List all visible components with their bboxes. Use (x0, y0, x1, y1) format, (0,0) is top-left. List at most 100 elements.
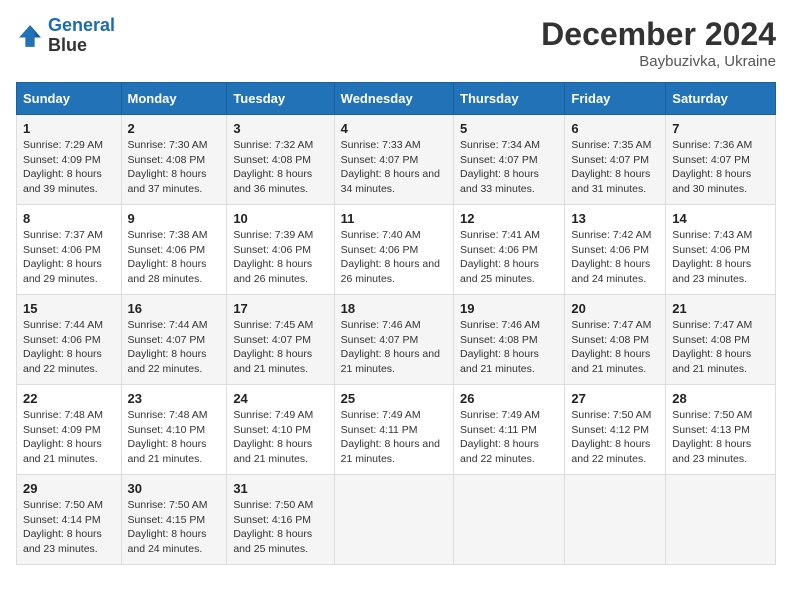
day-number: 17 (233, 301, 327, 316)
cell-w5-d6 (565, 475, 666, 565)
sunrise-time: 7:48 AM (64, 409, 103, 421)
month-title: December 2024 (541, 16, 776, 53)
day-number: 24 (233, 391, 327, 406)
sunset-time: 4:10 PM (272, 424, 311, 436)
sunrise-time: 7:46 AM (382, 319, 421, 331)
day-info: Sunrise: 7:32 AM Sunset: 4:08 PM Dayligh… (233, 138, 327, 197)
sunrise-time: 7:30 AM (169, 139, 208, 151)
day-number: 22 (23, 391, 115, 406)
sunrise-label: Sunrise: (460, 409, 499, 421)
daylight-label: Daylight: (672, 258, 713, 270)
day-info: Sunrise: 7:46 AM Sunset: 4:07 PM Dayligh… (341, 318, 447, 377)
sunrise-label: Sunrise: (233, 229, 272, 241)
day-info: Sunrise: 7:40 AM Sunset: 4:06 PM Dayligh… (341, 228, 447, 287)
sunset-time: 4:10 PM (166, 424, 205, 436)
sunset-label: Sunset: (571, 334, 607, 346)
sunrise-label: Sunrise: (23, 139, 62, 151)
sunset-time: 4:06 PM (62, 334, 101, 346)
daylight-label: Daylight: (672, 168, 713, 180)
sunset-label: Sunset: (672, 334, 708, 346)
sunrise-label: Sunrise: (571, 319, 610, 331)
logo-line1: General (48, 15, 115, 35)
sunrise-time: 7:29 AM (64, 139, 103, 151)
sunset-label: Sunset: (460, 424, 496, 436)
sunset-label: Sunset: (128, 244, 164, 256)
day-number: 12 (460, 211, 558, 226)
cell-w5-d1: 29 Sunrise: 7:50 AM Sunset: 4:14 PM Dayl… (17, 475, 122, 565)
cell-w2-d2: 9 Sunrise: 7:38 AM Sunset: 4:06 PM Dayli… (121, 205, 227, 295)
sunrise-time: 7:49 AM (501, 409, 540, 421)
sunrise-label: Sunrise: (672, 319, 711, 331)
day-info: Sunrise: 7:44 AM Sunset: 4:07 PM Dayligh… (128, 318, 221, 377)
daylight-label: Daylight: (23, 348, 64, 360)
col-thursday: Thursday (454, 83, 565, 115)
sunset-label: Sunset: (460, 154, 496, 166)
day-number: 4 (341, 121, 447, 136)
sunrise-label: Sunrise: (672, 409, 711, 421)
logo-text: General Blue (48, 16, 115, 56)
sunset-label: Sunset: (672, 244, 708, 256)
day-info: Sunrise: 7:29 AM Sunset: 4:09 PM Dayligh… (23, 138, 115, 197)
cell-w4-d3: 24 Sunrise: 7:49 AM Sunset: 4:10 PM Dayl… (227, 385, 334, 475)
sunset-time: 4:07 PM (379, 334, 418, 346)
sunset-label: Sunset: (571, 424, 607, 436)
day-info: Sunrise: 7:50 AM Sunset: 4:13 PM Dayligh… (672, 408, 769, 467)
daylight-label: Daylight: (233, 438, 274, 450)
week-row-2: 8 Sunrise: 7:37 AM Sunset: 4:06 PM Dayli… (17, 205, 776, 295)
sunrise-time: 7:50 AM (64, 499, 103, 511)
daylight-label: Daylight: (341, 168, 382, 180)
day-info: Sunrise: 7:50 AM Sunset: 4:15 PM Dayligh… (128, 498, 221, 557)
sunset-time: 4:07 PM (499, 154, 538, 166)
sunrise-time: 7:33 AM (382, 139, 421, 151)
cell-w3-d1: 15 Sunrise: 7:44 AM Sunset: 4:06 PM Dayl… (17, 295, 122, 385)
cell-w1-d1: 1 Sunrise: 7:29 AM Sunset: 4:09 PM Dayli… (17, 115, 122, 205)
sunset-time: 4:11 PM (499, 424, 537, 436)
daylight-label: Daylight: (233, 168, 274, 180)
sunset-label: Sunset: (128, 424, 164, 436)
daylight-label: Daylight: (23, 528, 64, 540)
day-number: 9 (128, 211, 221, 226)
daylight-label: Daylight: (341, 258, 382, 270)
col-friday: Friday (565, 83, 666, 115)
sunrise-time: 7:49 AM (275, 409, 314, 421)
day-info: Sunrise: 7:49 AM Sunset: 4:10 PM Dayligh… (233, 408, 327, 467)
cell-w5-d3: 31 Sunrise: 7:50 AM Sunset: 4:16 PM Dayl… (227, 475, 334, 565)
sunset-label: Sunset: (341, 244, 377, 256)
day-number: 28 (672, 391, 769, 406)
cell-w5-d5 (454, 475, 565, 565)
sunset-time: 4:14 PM (62, 514, 101, 526)
sunset-time: 4:08 PM (272, 154, 311, 166)
day-info: Sunrise: 7:46 AM Sunset: 4:08 PM Dayligh… (460, 318, 558, 377)
sunrise-time: 7:32 AM (275, 139, 314, 151)
sunrise-time: 7:41 AM (501, 229, 540, 241)
sunrise-time: 7:47 AM (613, 319, 652, 331)
day-number: 29 (23, 481, 115, 496)
sunset-time: 4:07 PM (610, 154, 649, 166)
sunrise-time: 7:44 AM (169, 319, 208, 331)
sunset-time: 4:07 PM (166, 334, 205, 346)
daylight-label: Daylight: (23, 168, 64, 180)
sunset-time: 4:08 PM (610, 334, 649, 346)
daylight-label: Daylight: (460, 348, 501, 360)
day-info: Sunrise: 7:34 AM Sunset: 4:07 PM Dayligh… (460, 138, 558, 197)
day-number: 15 (23, 301, 115, 316)
header-row: Sunday Monday Tuesday Wednesday Thursday… (17, 83, 776, 115)
sunrise-label: Sunrise: (571, 139, 610, 151)
day-info: Sunrise: 7:33 AM Sunset: 4:07 PM Dayligh… (341, 138, 447, 197)
cell-w1-d5: 5 Sunrise: 7:34 AM Sunset: 4:07 PM Dayli… (454, 115, 565, 205)
day-number: 23 (128, 391, 221, 406)
cell-w1-d3: 3 Sunrise: 7:32 AM Sunset: 4:08 PM Dayli… (227, 115, 334, 205)
cell-w5-d7 (666, 475, 776, 565)
sunset-time: 4:06 PM (166, 244, 205, 256)
cell-w4-d4: 25 Sunrise: 7:49 AM Sunset: 4:11 PM Dayl… (334, 385, 453, 475)
sunset-label: Sunset: (23, 424, 59, 436)
week-row-1: 1 Sunrise: 7:29 AM Sunset: 4:09 PM Dayli… (17, 115, 776, 205)
day-number: 3 (233, 121, 327, 136)
sunrise-label: Sunrise: (341, 139, 380, 151)
daylight-label: Daylight: (460, 438, 501, 450)
cell-w4-d5: 26 Sunrise: 7:49 AM Sunset: 4:11 PM Dayl… (454, 385, 565, 475)
cell-w2-d3: 10 Sunrise: 7:39 AM Sunset: 4:06 PM Dayl… (227, 205, 334, 295)
sunset-time: 4:08 PM (711, 334, 750, 346)
day-number: 14 (672, 211, 769, 226)
daylight-label: Daylight: (460, 258, 501, 270)
